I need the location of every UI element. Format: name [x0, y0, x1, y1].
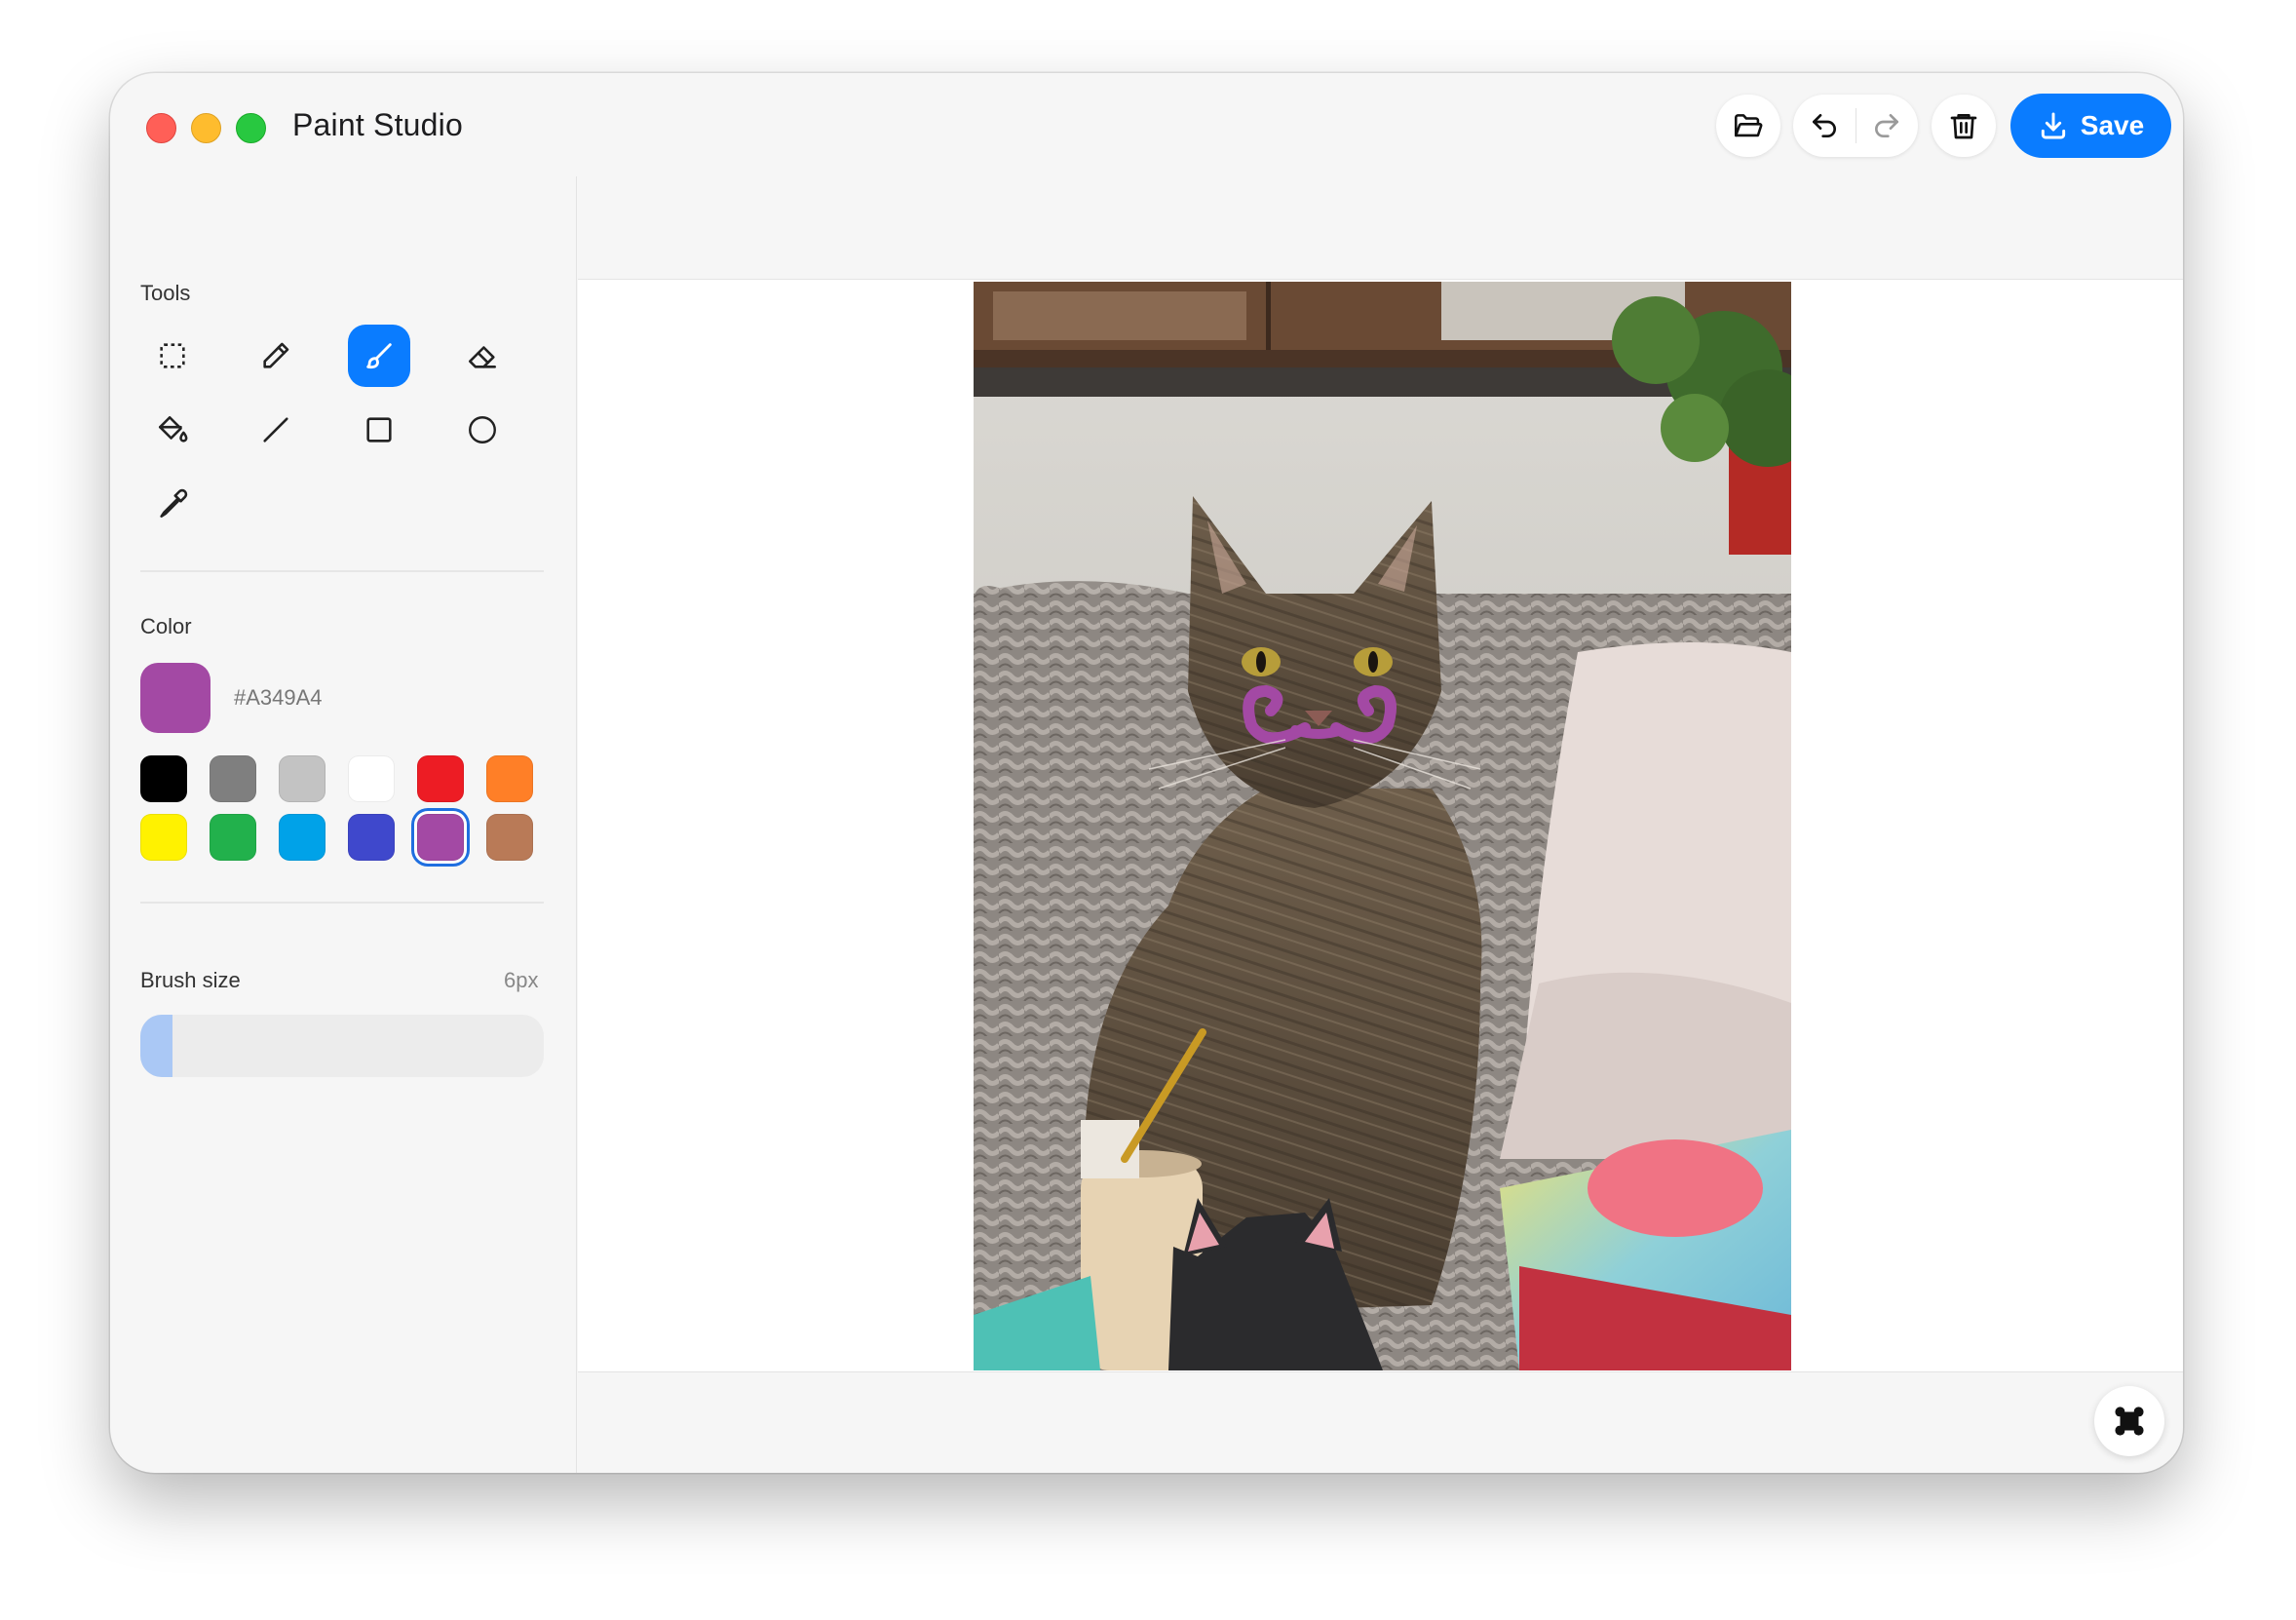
palette-swatch[interactable]: [417, 814, 464, 861]
app-title: Paint Studio: [292, 107, 463, 142]
close-window-button[interactable]: [146, 113, 176, 143]
current-color-hex: #A349A4: [234, 685, 323, 710]
palette-swatch[interactable]: [417, 755, 464, 802]
line-tool-button[interactable]: [245, 399, 307, 461]
fit-to-screen-icon: [2115, 1407, 2144, 1436]
tools-heading: Tools: [140, 281, 191, 305]
clear-canvas-button[interactable]: [1932, 95, 1996, 157]
sidebar-divider: [140, 570, 544, 572]
fill-tool-button[interactable]: [141, 399, 204, 461]
brush-size-slider[interactable]: [140, 1015, 544, 1077]
drawing-canvas[interactable]: [578, 279, 2183, 1372]
palette-swatch[interactable]: [486, 814, 533, 861]
redo-button[interactable]: [1856, 95, 1919, 157]
eyedropper-tool-button[interactable]: [141, 473, 204, 535]
folder-open-icon: [1734, 114, 1763, 137]
open-file-button[interactable]: [1716, 95, 1780, 157]
maximize-window-button[interactable]: [236, 113, 266, 143]
rectangle-icon: [366, 417, 392, 443]
sidebar-divider: [140, 902, 544, 904]
save-label: Save: [2080, 110, 2145, 140]
redo-icon: [1875, 114, 1899, 137]
sidebar: Tools Color #A349A4 Brush size 6px: [110, 176, 577, 1473]
palette-swatch[interactable]: [279, 814, 325, 861]
circle-icon: [469, 416, 496, 444]
ellipse-tool-button[interactable]: [451, 399, 514, 461]
palette-swatch[interactable]: [279, 755, 325, 802]
canvas-image: [974, 282, 1791, 1370]
eyedropper-icon: [160, 488, 188, 519]
save-button[interactable]: Save: [2010, 94, 2171, 158]
brush-icon: [366, 343, 392, 369]
palette-swatch[interactable]: [348, 755, 395, 802]
rectangle-tool-button[interactable]: [348, 399, 410, 461]
minimize-window-button[interactable]: [191, 113, 221, 143]
line-icon: [263, 417, 288, 443]
brush-size-value: 6px: [504, 968, 539, 992]
pencil-icon: [263, 342, 289, 368]
undo-icon: [1812, 114, 1836, 137]
paint-bucket-icon: [158, 415, 188, 443]
history-button-group: [1793, 95, 1918, 157]
palette-swatch[interactable]: [210, 755, 256, 802]
pencil-tool-button[interactable]: [245, 325, 307, 387]
download-icon: [2041, 112, 2065, 139]
current-color-swatch[interactable]: [140, 663, 210, 733]
dashed-rectangle-select-icon: [160, 343, 185, 368]
fit-to-screen-button[interactable]: [2094, 1386, 2164, 1456]
trash-icon: [1950, 114, 1977, 139]
eraser-tool-button[interactable]: [451, 325, 514, 387]
title-bar: Paint Studio Save: [110, 73, 2183, 176]
palette-swatch[interactable]: [210, 814, 256, 861]
color-heading: Color: [140, 614, 192, 638]
select-tool-button[interactable]: [141, 325, 204, 387]
palette-swatch[interactable]: [140, 755, 187, 802]
undo-button[interactable]: [1793, 95, 1856, 157]
brush-size-slider-fill: [140, 1015, 172, 1077]
palette-swatch[interactable]: [348, 814, 395, 861]
eraser-icon: [468, 346, 497, 368]
palette-swatch[interactable]: [140, 814, 187, 861]
palette-swatch[interactable]: [486, 755, 533, 802]
brush-size-heading: Brush size: [140, 968, 241, 992]
brush-tool-button[interactable]: [348, 325, 410, 387]
cat-photo-illustration: [974, 282, 1791, 1370]
app-window: Paint Studio Save Tools Color #A349A4 Br…: [110, 73, 2183, 1473]
